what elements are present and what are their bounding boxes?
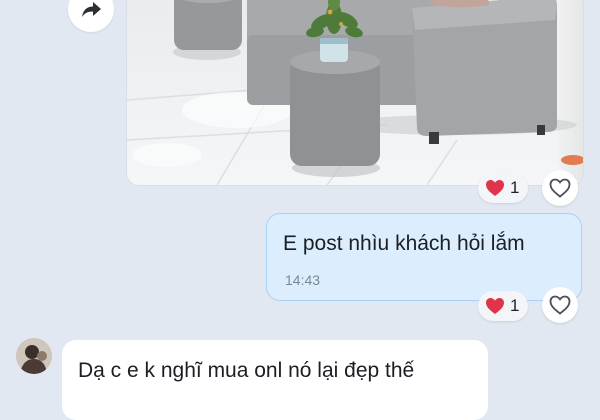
share-button[interactable] — [68, 0, 114, 32]
reaction-count: 1 — [510, 178, 520, 197]
outgoing-message-bubble[interactable]: E post nhìu khách hỏi lắm 14:43 — [266, 213, 582, 301]
sofa-room-photo — [127, 0, 583, 185]
heart-outline-icon — [549, 178, 571, 198]
message-like-button[interactable] — [542, 287, 578, 323]
photo-reaction-badge[interactable]: 1 — [478, 173, 529, 203]
message-reaction-badge[interactable]: 1 — [478, 291, 529, 321]
avatar-image — [16, 338, 52, 374]
avatar[interactable] — [16, 338, 52, 374]
share-arrow-icon — [82, 2, 101, 17]
heart-icon — [486, 180, 504, 196]
message-text: E post nhìu khách hỏi lắm — [283, 232, 525, 255]
heart-outline-icon — [549, 295, 571, 315]
message-text: Dạ c e k nghĩ mua onl nó lại đẹp thế — [78, 359, 415, 382]
message-timestamp: 14:43 — [285, 272, 321, 288]
photo-like-button[interactable] — [542, 170, 578, 206]
reaction-count: 1 — [510, 296, 520, 315]
heart-icon — [486, 298, 504, 314]
message-photo[interactable] — [127, 0, 583, 185]
incoming-message-bubble[interactable]: Dạ c e k nghĩ mua onl nó lại đẹp thế — [62, 340, 488, 420]
